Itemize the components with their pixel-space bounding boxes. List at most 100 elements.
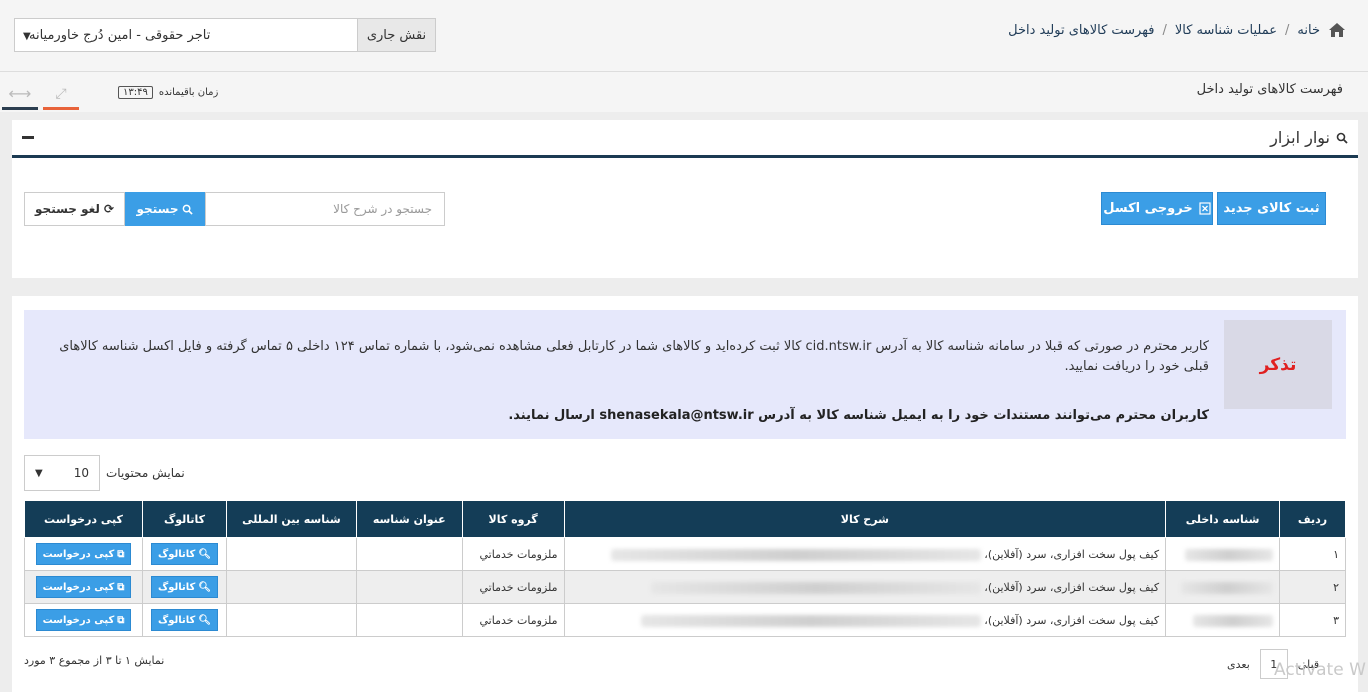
search-icon	[1336, 132, 1348, 144]
role-value: تاجر حقوقی - امین دُرج خاورمیانه	[29, 27, 211, 43]
table-row: ۳ کیف پول سخت افزاری، سرد (آفلاین)، ملزو…	[24, 603, 1346, 637]
collapse-icon[interactable]	[22, 136, 34, 139]
list-panel: تذکر کاربر محترم در صورتی که قبلا در سام…	[12, 296, 1358, 692]
group: ملزومات خدماتي	[461, 537, 565, 571]
chevron-down-icon: ▼	[35, 467, 43, 479]
notice-box: تذکر کاربر محترم در صورتی که قبلا در سام…	[24, 310, 1346, 439]
col-title[interactable]: عنوان شناسه	[355, 500, 463, 538]
copy-button[interactable]: ⧉ کپی درخواست	[35, 609, 132, 631]
items-table: ردیف شناسه داخلی شرح کالا گروه کالا عنوا…	[24, 500, 1346, 637]
session-timer: زمان باقیمانده ۱۳:۴۹	[118, 86, 218, 99]
timer-value: ۱۳:۴۹	[118, 86, 153, 99]
role-selector: تاجر حقوقی - امین دُرج خاورمیانه ▼ نقش ج…	[14, 18, 436, 52]
catalog-label: کاتالوگ	[157, 614, 196, 626]
search-icon: 🔍︎	[198, 581, 212, 593]
copy-icon: ⧉	[117, 581, 125, 593]
copy-icon: ⧉	[117, 614, 125, 626]
col-row[interactable]: ردیف	[1279, 500, 1346, 538]
role-label: نقش جاری	[357, 19, 435, 51]
copy-label: کپی درخواست	[42, 548, 115, 560]
refresh-icon: ⟳	[103, 202, 114, 216]
notice-email-text: کاربران محترم می‌توانند مستندات خود را ب…	[508, 408, 1209, 423]
description: کیف پول سخت افزاری، سرد (آفلاین)،	[984, 580, 1160, 594]
internal-id	[1165, 537, 1281, 571]
breadcrumb-separator: /	[1162, 22, 1167, 38]
search-input[interactable]: جستجو در شرح کالا	[205, 192, 445, 226]
breadcrumb-ops[interactable]: عملیات شناسه کالا	[1175, 23, 1277, 38]
search-button[interactable]: جستجو	[125, 192, 205, 226]
top-bar: خانه / عملیات شناسه کالا / فهرست کالاهای…	[0, 0, 1368, 72]
catalog-button[interactable]: 🔍︎ کاتالوگ	[150, 576, 219, 598]
col-catalog: کاتالوگ	[142, 500, 227, 538]
row-number: ۳	[1279, 603, 1346, 637]
search-group: ⟳ لغو جستجو جستجو جستجو در شرح کالا	[24, 192, 445, 226]
page-size-control: نمایش محتویات ▼ 10	[24, 455, 185, 491]
timer-label: زمان باقیمانده	[158, 87, 219, 98]
table-row: ۲ کیف پول سخت افزاری، سرد (آفلاین)، ملزو…	[24, 570, 1346, 604]
page-size-value: 10	[73, 466, 89, 480]
toolbar-title-text: نوار ابزار	[1270, 128, 1330, 147]
arrows-horizontal-icon[interactable]: ⟷	[2, 80, 38, 110]
toolbar-title: نوار ابزار	[1270, 128, 1348, 147]
search-icon	[183, 204, 194, 215]
intl-cell	[225, 603, 357, 637]
catalog-label: کاتالوگ	[157, 548, 196, 560]
search-icon: 🔍︎	[198, 614, 212, 626]
intl-cell	[225, 570, 357, 604]
copy-label: کپی درخواست	[42, 614, 115, 626]
search-label: جستجو	[136, 202, 179, 216]
description-cell: کیف پول سخت افزاری، سرد (آفلاین)،	[563, 537, 1167, 571]
copy-button[interactable]: ⧉ کپی درخواست	[35, 576, 132, 598]
copy-cell: ⧉ کپی درخواست	[24, 537, 143, 571]
breadcrumb-home[interactable]: خانه	[1297, 23, 1320, 38]
title-cell	[355, 537, 463, 571]
catalog-button[interactable]: 🔍︎ کاتالوگ	[150, 543, 219, 565]
breadcrumb-current[interactable]: فهرست کالاهای تولید داخل	[1008, 23, 1154, 38]
description: کیف پول سخت افزاری، سرد (آفلاین)،	[984, 547, 1160, 561]
breadcrumb: خانه / عملیات شناسه کالا / فهرست کالاهای…	[1008, 22, 1346, 38]
page-size-select[interactable]: ▼ 10	[24, 455, 100, 491]
role-select[interactable]: تاجر حقوقی - امین دُرج خاورمیانه ▼	[15, 19, 357, 51]
chevron-down-icon: ▼	[23, 31, 31, 42]
copy-label: کپی درخواست	[42, 581, 115, 593]
new-item-label: ثبت کالای جدید	[1223, 201, 1320, 216]
description-cell: کیف پول سخت افزاری، سرد (آفلاین)،	[563, 570, 1167, 604]
page-title: فهرست کالاهای تولید داخل	[1196, 82, 1343, 97]
intl-cell	[225, 537, 357, 571]
col-group[interactable]: گروه کالا	[461, 500, 565, 538]
home-icon[interactable]	[1328, 22, 1346, 38]
table-header-row: ردیف شناسه داخلی شرح کالا گروه کالا عنوا…	[24, 500, 1346, 538]
breadcrumb-separator: /	[1285, 22, 1290, 38]
description: کیف پول سخت افزاری، سرد (آفلاین)،	[984, 613, 1160, 627]
cancel-search-label: لغو جستجو	[35, 202, 100, 216]
copy-icon: ⧉	[117, 548, 125, 560]
notice-tag: تذکر	[1224, 320, 1332, 409]
toolbar-panel: نوار ابزار ثبت کالای جدید خروجی اکسل ⟳ ل…	[12, 120, 1358, 278]
cancel-search-button[interactable]: ⟳ لغو جستجو	[24, 192, 125, 226]
copy-cell: ⧉ کپی درخواست	[24, 603, 143, 637]
toolbar-header: نوار ابزار	[12, 120, 1358, 158]
internal-id	[1165, 603, 1281, 637]
catalog-label: کاتالوگ	[157, 581, 196, 593]
catalog-cell: 🔍︎ کاتالوگ	[142, 570, 227, 604]
group: ملزومات خدماتي	[461, 570, 565, 604]
next-page[interactable]: بعدی	[1227, 658, 1250, 671]
sub-bar: فهرست کالاهای تولید داخل زمان باقیمانده …	[0, 72, 1368, 112]
title-cell	[355, 570, 463, 604]
new-item-button[interactable]: ثبت کالای جدید	[1217, 192, 1326, 225]
copy-button[interactable]: ⧉ کپی درخواست	[35, 543, 132, 565]
internal-id	[1165, 570, 1281, 604]
excel-export-label: خروجی اکسل	[1103, 201, 1193, 216]
excel-icon	[1199, 202, 1211, 215]
fullscreen-icon[interactable]: ⤢	[43, 80, 79, 110]
col-description[interactable]: شرح کالا	[563, 500, 1167, 538]
catalog-cell: 🔍︎ کاتالوگ	[142, 603, 227, 637]
search-icon: 🔍︎	[198, 548, 212, 560]
windows-activation-watermark: Activate W	[1274, 660, 1366, 680]
catalog-cell: 🔍︎ کاتالوگ	[142, 537, 227, 571]
col-internal-id[interactable]: شناسه داخلی	[1165, 500, 1281, 538]
catalog-button[interactable]: 🔍︎ کاتالوگ	[150, 609, 219, 631]
col-intl-id[interactable]: شناسه بین المللی	[225, 500, 357, 538]
page-size-label: نمایش محتویات	[106, 466, 185, 480]
excel-export-button[interactable]: خروجی اکسل	[1101, 192, 1213, 225]
